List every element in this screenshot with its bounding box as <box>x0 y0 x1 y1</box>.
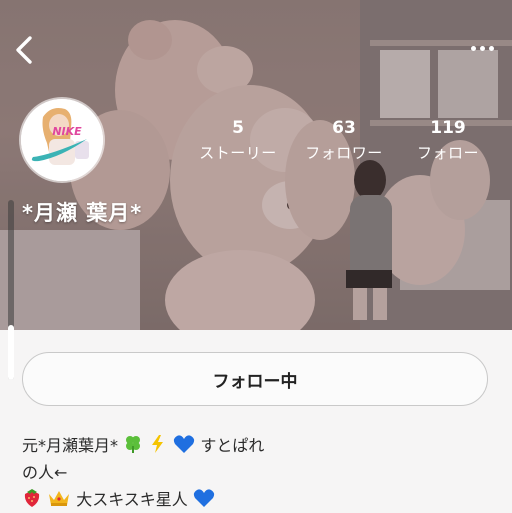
chevron-left-icon <box>16 36 32 64</box>
more-dots-icon <box>471 45 476 51</box>
bio-line-1-text: 元*月瀬葉月* <box>22 436 119 455</box>
scrollbar-thumb[interactable] <box>8 325 14 380</box>
bio-line-1: 元*月瀬葉月* すとぱれ <box>22 432 492 459</box>
avatar[interactable]: NIKE <box>21 99 103 181</box>
display-name: *月瀬 葉月* <box>22 201 143 225</box>
followers-count: 63 <box>332 118 356 138</box>
stories-count: 5 <box>232 118 244 138</box>
stories-label: ストーリー <box>199 144 277 162</box>
blue-heart-icon <box>193 489 214 507</box>
bio-line-1-suffix: すとぱれ <box>200 436 265 455</box>
clover-icon <box>126 436 141 453</box>
lightning-icon <box>152 435 164 453</box>
stat-following[interactable]: 119 フォロー <box>393 117 503 164</box>
followers-label: フォロワー <box>305 144 383 162</box>
following-label: フォロー <box>416 144 479 162</box>
blue-heart-icon <box>174 435 195 453</box>
back-button[interactable] <box>6 32 42 68</box>
strawberry-icon <box>24 489 40 507</box>
bio-line-3-text: 大スキスキ星人 <box>76 490 188 509</box>
stat-stories[interactable]: 5 ストーリー <box>183 117 293 164</box>
following-button[interactable]: フォロー中 <box>22 352 488 406</box>
avatar-image: NIKE <box>21 99 103 181</box>
following-count: 119 <box>430 118 466 138</box>
bio-line-2: の人← <box>22 463 68 482</box>
stat-followers[interactable]: 63 フォロワー <box>289 117 399 164</box>
profile-bio: 元*月瀬葉月* すとぱれ の人← 大スキスキ星人 <box>22 432 492 513</box>
crown-icon <box>49 491 70 506</box>
bio-line-3: 大スキスキ星人 <box>22 486 492 513</box>
avatar-logo-text: NIKE <box>52 125 82 138</box>
following-button-label: フォロー中 <box>212 371 298 392</box>
more-options-button[interactable] <box>458 36 494 60</box>
